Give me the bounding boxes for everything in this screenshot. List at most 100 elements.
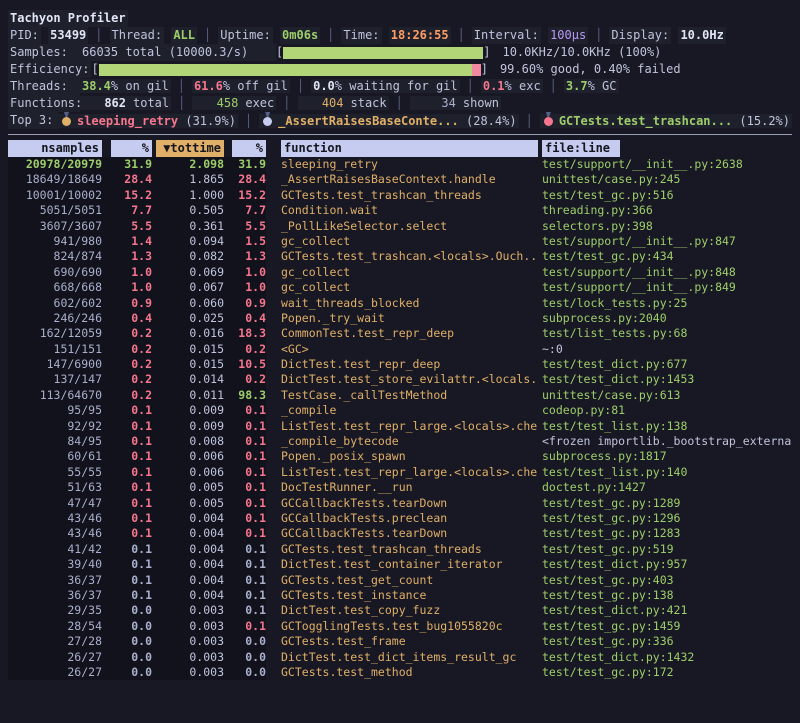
cell-function: _compile [266,403,538,418]
table-row[interactable]: 137/1470.20.0140.2DictTest.test_store_ev… [8,372,792,387]
cell-function: GCTests.test_frame [266,634,538,649]
cell-function: sleeping_retry [266,157,538,172]
cell-function: GCTests.test_trashcan_threads [266,542,538,557]
table-row[interactable]: 10001/1000215.21.00015.2GCTests.test_tra… [8,188,792,203]
table-row[interactable]: 941/9801.40.0941.5gc_collecttest/support… [8,234,792,249]
table-row[interactable]: 151/1510.20.0150.2<GC>~:0 [8,342,792,357]
samples-line: Samples: 66035 total (10000.3/s) 10.0KHz… [8,44,792,61]
table-row[interactable]: 3607/36075.50.3615.5_PollLikeSelector.se… [8,219,792,234]
samples-label: Samples: [8,44,80,61]
table-row[interactable]: 690/6901.00.0691.0gc_collecttest/support… [8,265,792,280]
cell-function: <GC> [266,342,538,357]
cell-file-line: test/test_list.py:138 [538,419,792,434]
top3-function-name: GCTests.test_trashcan... [559,114,732,128]
table-header: nsamples % ▼tottime % function file:line [8,140,792,157]
table-row[interactable]: 18649/1864928.41.86528.4_AssertRaisesBas… [8,172,792,187]
threads-segments: 38.4% on gil61.6% off gil0.0% waiting fo… [80,78,619,95]
column-header-function[interactable]: function [266,140,538,157]
table-row[interactable]: 246/2460.40.0250.4Popen._try_waitsubproc… [8,311,792,326]
table-row[interactable]: 113/646700.20.01198.3TestCase._callTestM… [8,388,792,403]
cell-nsamples: 18649/18649 [8,172,102,187]
efficiency-good-segment [99,64,473,76]
cell-pct-direct: 0.1 [102,573,152,588]
cell-pct-cum: 0.1 [224,480,266,495]
top3-item[interactable]: _AssertRaisesBaseConte... (28.4%) [259,114,518,128]
table-row[interactable]: 36/370.10.0040.1GCTests.test_instancetes… [8,588,792,603]
cell-nsamples: 602/602 [8,296,102,311]
cell-nsamples: 137/147 [8,372,102,387]
table-row[interactable]: 36/370.10.0040.1GCTests.test_get_countte… [8,573,792,588]
cell-tottime: 0.025 [152,311,224,326]
table-row[interactable]: 43/460.10.0040.1GCCallbackTests.tearDown… [8,526,792,541]
column-header-tottime-sorted[interactable]: ▼tottime [152,140,224,157]
top3-item[interactable]: GCTests.test_trashcan... (15.2%) [540,114,792,128]
table-row[interactable]: 29/350.00.0030.1DictTest.test_copy_fuzzt… [8,603,792,618]
cell-file-line: threading.py:366 [538,203,792,218]
cell-nsamples: 10001/10002 [8,188,102,203]
cell-pct-direct: 0.1 [102,496,152,511]
table-row[interactable]: 51/630.10.0050.1DocTestRunner.__rundocte… [8,480,792,495]
cell-pct-cum: 0.2 [224,372,266,387]
table-row[interactable]: 92/920.10.0090.1ListTest.test_repr_large… [8,419,792,434]
cell-pct-direct: 0.1 [102,403,152,418]
table-row[interactable]: 95/950.10.0090.1_compilecodeop.py:81 [8,403,792,418]
table-row[interactable]: 43/460.10.0040.1GCCallbackTests.preclean… [8,511,792,526]
cell-pct-cum: 0.1 [224,465,266,480]
table-row[interactable]: 162/120590.20.01618.3CommonTest.test_rep… [8,326,792,341]
cell-function: DictTest.test_container_iterator [266,557,538,572]
cell-file-line: unittest/case.py:245 [538,172,792,187]
samples-total: 66035 total (10000.3/s) [80,44,276,61]
column-header-nsamples[interactable]: nsamples [8,140,102,157]
cell-file-line: test/test_gc.py:403 [538,573,792,588]
column-header-pct-cum[interactable]: % [224,140,266,157]
cell-nsamples: 151/151 [8,342,102,357]
function-stat-unit: stack [351,96,387,110]
threads-label: Threads: [8,78,80,95]
column-header-pct-direct[interactable]: % [102,140,152,157]
cell-tottime: 0.005 [152,496,224,511]
cell-nsamples: 668/668 [8,280,102,295]
pid-label: PID: [8,27,41,44]
table-row[interactable]: 824/8741.30.0821.3GCTests.test_trashcan.… [8,249,792,264]
table-row[interactable]: 668/6681.00.0671.0gc_collecttest/support… [8,280,792,295]
divider [171,79,192,93]
cell-pct-cum: 7.7 [224,203,266,218]
cell-pct-direct: 31.9 [102,157,152,172]
cell-file-line: test/support/__init__.py:848 [538,265,792,280]
table-row[interactable]: 20978/2097931.92.09831.9sleeping_retryte… [8,157,792,172]
top3-item[interactable]: sleeping_retry (31.9%) [58,114,238,128]
cell-pct-cum: 0.1 [224,434,266,449]
cell-pct-direct: 0.9 [102,296,152,311]
table-row[interactable]: 84/950.10.0080.1_compile_bytecode<frozen… [8,434,792,449]
thread-stat: 38.4% on gil [80,79,171,93]
table-row[interactable]: 41/420.10.0040.1GCTests.test_trashcan_th… [8,542,792,557]
table-row[interactable]: 602/6020.90.0600.9wait_threads_blockedte… [8,296,792,311]
column-header-file-line[interactable]: file:line [538,140,792,157]
table-row[interactable]: 26/270.00.0030.0GCTests.test_methodtest/… [8,665,792,680]
cell-nsamples: 47/47 [8,496,102,511]
thread-value[interactable]: ALL [171,27,197,44]
function-stat-unit: exec [245,96,274,110]
table-row[interactable]: 60/610.10.0060.1Popen._posix_spawnsubpro… [8,449,792,464]
table-row[interactable]: 147/69000.20.01510.5DictTest.test_repr_d… [8,357,792,372]
cell-tottime: 0.006 [152,465,224,480]
cell-tottime: 0.082 [152,249,224,264]
function-stat: 862total [80,96,171,110]
thread-stat-unit: % GC [588,79,617,93]
cell-tottime: 0.014 [152,372,224,387]
table-row[interactable]: 28/540.00.0030.1GCTogglingTests.test_bug… [8,619,792,634]
table-row[interactable]: 5051/50517.70.5057.7Condition.waitthread… [8,203,792,218]
gold-medal-icon [62,112,71,126]
cell-pct-cum: 1.0 [224,280,266,295]
cell-file-line: test/test_dict.py:957 [538,557,792,572]
cell-pct-direct: 0.0 [102,634,152,649]
table-row[interactable]: 27/280.00.0030.0GCTests.test_frametest/t… [8,634,792,649]
cell-pct-direct: 28.4 [102,172,152,187]
cell-file-line: test/list_tests.py:68 [538,326,792,341]
table-row[interactable]: 55/550.10.0060.1ListTest.test_repr_large… [8,465,792,480]
cell-pct-direct: 0.1 [102,526,152,541]
table-row[interactable]: 39/400.10.0040.1DictTest.test_container_… [8,557,792,572]
table-row[interactable]: 47/470.10.0050.1GCCallbackTests.tearDown… [8,496,792,511]
top3-items: sleeping_retry (31.9%) _AssertRaisesBaseC… [58,111,792,130]
table-row[interactable]: 26/270.00.0030.0DictTest.test_dict_items… [8,650,792,665]
